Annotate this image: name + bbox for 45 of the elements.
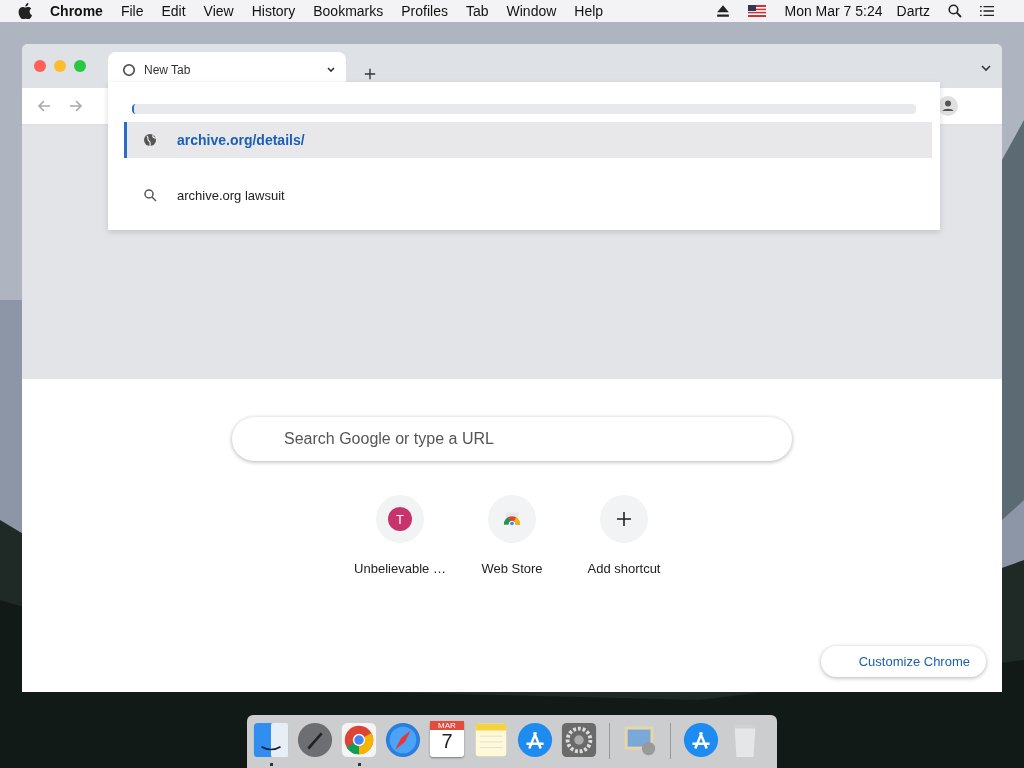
suggestion-row[interactable]: archive.org/details/: [124, 122, 932, 158]
chevron-icon[interactable]: [326, 65, 336, 75]
menu-user-name[interactable]: Dartz: [896, 3, 930, 19]
site-initial-icon: T: [388, 507, 412, 531]
globe-icon: [143, 133, 157, 147]
menu-item[interactable]: Profiles: [401, 3, 448, 19]
search-icon[interactable]: [948, 4, 962, 18]
menu-item[interactable]: Edit: [161, 3, 186, 19]
rainbow-icon: [503, 512, 521, 526]
menu-app-name[interactable]: Chrome: [50, 3, 103, 19]
menu-item[interactable]: Help: [574, 3, 604, 19]
apple-logo-icon[interactable]: [18, 3, 32, 19]
search-icon: [143, 188, 157, 202]
calendar-app-icon[interactable]: MAR 7: [430, 721, 464, 757]
settings-app-icon[interactable]: [560, 721, 598, 759]
finder-app-icon[interactable]: [252, 721, 290, 759]
menu-item[interactable]: Tab: [465, 3, 489, 19]
back-icon[interactable]: [36, 98, 52, 114]
flag-icon[interactable]: [748, 5, 767, 17]
shortcut-tile[interactable]: T Unbelievable …: [344, 495, 456, 576]
customize-button[interactable]: Customize Chrome: [820, 646, 986, 677]
plus-icon: [615, 512, 633, 526]
suggestion-row[interactable]: archive.org lawsuit: [124, 184, 932, 206]
launchpad-app-icon[interactable]: [296, 721, 334, 759]
menu-clock[interactable]: Mon Mar 7 5:24: [784, 3, 883, 19]
menu-item[interactable]: Bookmarks: [313, 3, 384, 19]
address-field[interactable]: [132, 104, 916, 114]
eject-icon[interactable]: [716, 4, 731, 18]
shortcut-tile[interactable]: Add shortcut: [568, 495, 680, 576]
new-tab-icon[interactable]: [364, 68, 376, 80]
list-icon[interactable]: [980, 4, 994, 18]
safari-app-icon[interactable]: [384, 721, 422, 759]
close-window-button[interactable]: [34, 60, 46, 72]
tab-favicon-icon: [122, 63, 136, 77]
shortcut-tile[interactable]: Web Store: [456, 495, 568, 576]
appstore-app-icon[interactable]: [516, 721, 554, 759]
menu-item[interactable]: View: [203, 3, 234, 19]
menu-item[interactable]: History: [251, 3, 296, 19]
forward-icon[interactable]: [68, 98, 84, 114]
menu-item[interactable]: Window: [506, 3, 557, 19]
chrome-app-icon[interactable]: [340, 721, 378, 759]
chevron-icon[interactable]: [980, 62, 992, 74]
appstore-app-icon[interactable]: [682, 721, 720, 759]
menu-item[interactable]: File: [120, 3, 144, 19]
search-field[interactable]: Search Google or type a URL: [232, 417, 792, 461]
